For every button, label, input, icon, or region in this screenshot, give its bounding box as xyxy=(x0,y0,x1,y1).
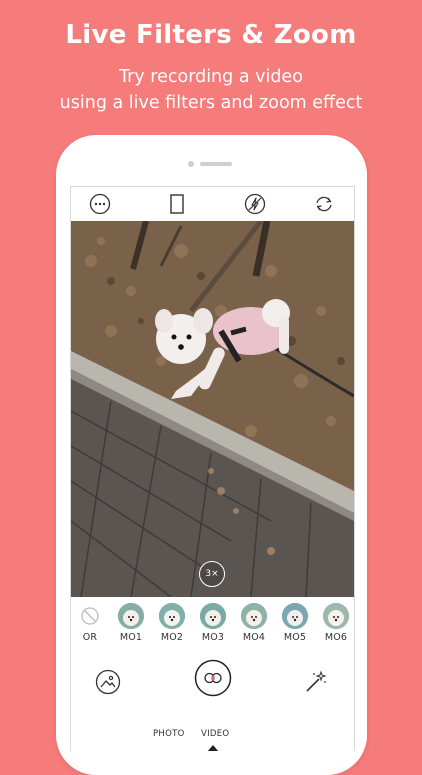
filter-item-mo1[interactable]: MO1 xyxy=(112,603,150,643)
filter-label: MO1 xyxy=(119,632,143,643)
gallery-icon[interactable] xyxy=(95,669,121,695)
filter-strip: OR MO1 MO2 MO3 MO4 MO5 MO6 xyxy=(71,597,354,653)
promo-subtitle-line2: using a live filters and zoom effect xyxy=(59,93,363,113)
filter-thumbnail xyxy=(200,603,226,629)
filter-label: MO3 xyxy=(201,632,225,643)
filter-item-or[interactable]: OR xyxy=(71,603,109,643)
camera-bottom-bar: PHOTO VIDEO xyxy=(71,653,354,751)
promo-subtitle-line1: Try recording a video xyxy=(119,67,303,87)
filter-thumbnail xyxy=(282,603,308,629)
video-record-icon[interactable] xyxy=(194,659,232,697)
selected-mode-indicator xyxy=(207,745,219,751)
switch-camera-icon[interactable] xyxy=(313,193,335,215)
camera-top-toolbar xyxy=(71,187,354,221)
filter-label: MO6 xyxy=(324,632,348,643)
filter-thumbnail xyxy=(323,603,349,629)
filter-label: MO2 xyxy=(160,632,184,643)
more-icon[interactable] xyxy=(89,193,111,215)
filter-label: OR xyxy=(82,632,98,643)
zoom-level-badge[interactable]: 3× xyxy=(199,561,225,587)
filter-thumbnail xyxy=(241,603,267,629)
filter-thumbnail xyxy=(159,603,185,629)
app-screen: 3× OR MO1 MO2 MO3 MO4 MO5 MO6 PHOTO VIDE… xyxy=(70,186,355,751)
filter-thumbnail xyxy=(118,603,144,629)
filter-item-mo6[interactable]: MO6 xyxy=(317,603,354,643)
magic-wand-icon[interactable] xyxy=(303,669,329,695)
filter-item-mo2[interactable]: MO2 xyxy=(153,603,191,643)
mode-photo[interactable]: PHOTO xyxy=(153,729,185,739)
filter-item-mo3[interactable]: MO3 xyxy=(194,603,232,643)
filter-item-mo4[interactable]: MO4 xyxy=(235,603,273,643)
filter-label: MO5 xyxy=(283,632,307,643)
filter-label: MO4 xyxy=(242,632,266,643)
front-camera-dot xyxy=(188,161,194,167)
aspect-ratio-icon[interactable] xyxy=(166,193,188,215)
filter-item-mo5[interactable]: MO5 xyxy=(276,603,314,643)
promo-title: Live Filters & Zoom xyxy=(65,20,357,50)
earpiece-speaker xyxy=(200,162,232,166)
camera-viewfinder[interactable]: 3× xyxy=(71,221,354,597)
no-filter-icon xyxy=(77,603,103,629)
mode-video[interactable]: VIDEO xyxy=(201,729,229,739)
flash-off-icon[interactable] xyxy=(244,193,266,215)
